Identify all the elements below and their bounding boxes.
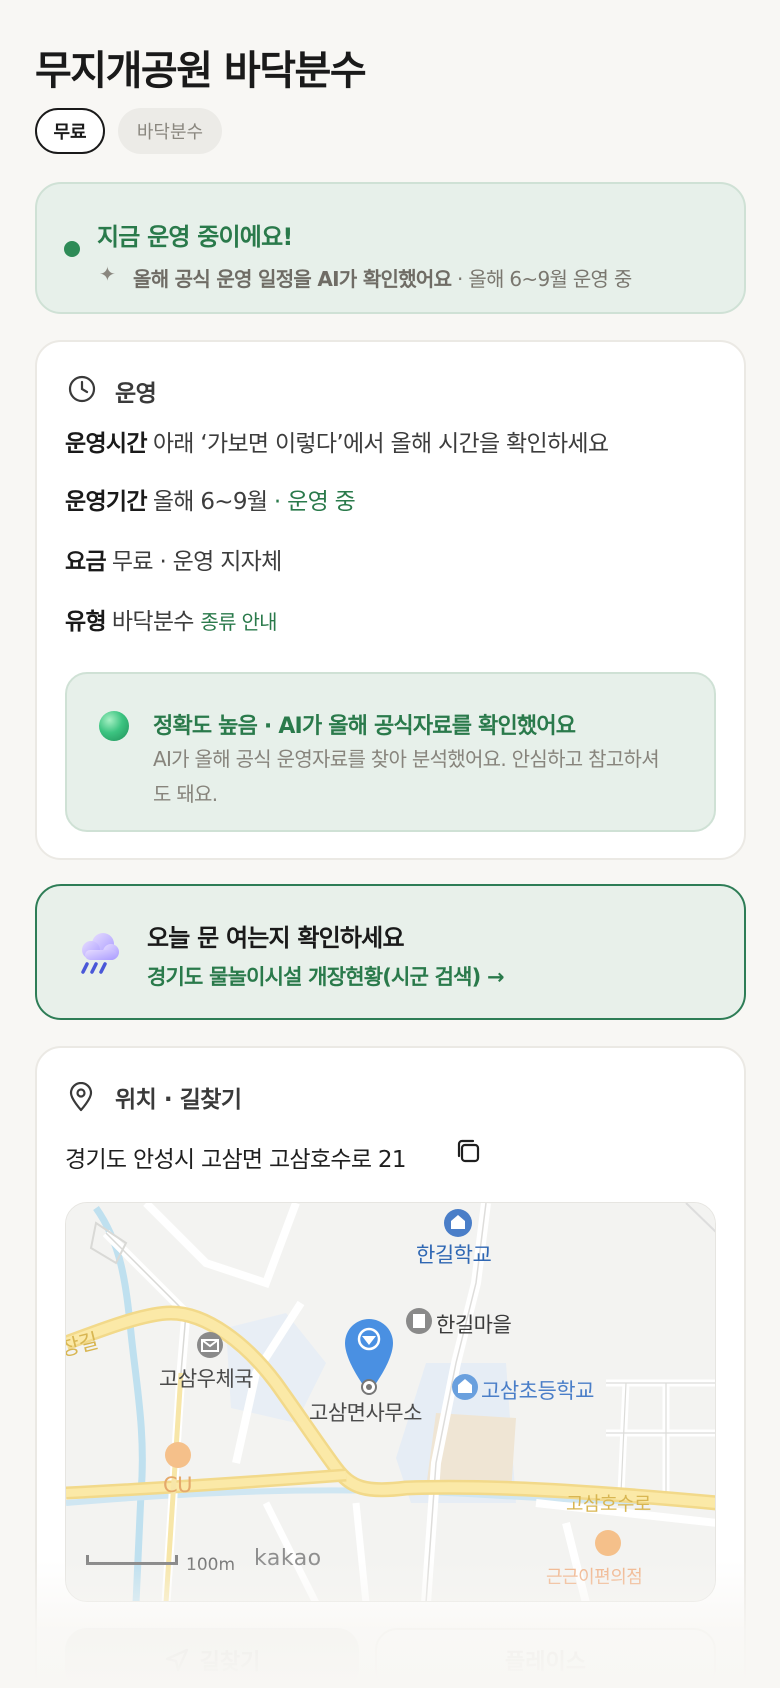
period-status: · 운영 중 (267, 489, 356, 515)
accuracy-box: 정확도 높음 · AI가 올해 공식자료를 확인했어요 AI가 올해 공식 운영… (65, 672, 716, 832)
map-provider-logo: kakao (254, 1546, 322, 1571)
map-label-cut: 근근이편의점 (546, 1567, 643, 1588)
rain-cloud-icon (81, 933, 119, 974)
fee-value: 무료 · 운영 지자체 (111, 549, 282, 575)
period-key: 운영기간 (65, 489, 148, 515)
accuracy-title: 정확도 높음 · AI가 올해 공식자료를 확인했어요 (153, 714, 576, 739)
page: 무지개공원 바닥분수 무료 바닥분수 지금 운영 중이에요! ✦ 올해 공식 운… (0, 0, 780, 1688)
fee-key: 요금 (65, 549, 107, 575)
map-scale-text: 100m (186, 1555, 236, 1575)
type-guide-link[interactable]: 종류 안내 (200, 610, 277, 634)
ai-orb-icon (99, 711, 129, 741)
operating-status-card: 지금 운영 중이에요! ✦ 올해 공식 운영 일정을 AI가 확인했어요 · 올… (35, 182, 746, 314)
location-pin-icon (69, 1082, 93, 1112)
check-title: 오늘 문 여는지 확인하세요 (147, 924, 405, 952)
place-button[interactable]: 플레이스 (375, 1628, 716, 1688)
map-label-road-east: 고삼호수로 (566, 1493, 651, 1515)
status-sub-bold: 올해 공식 운영 일정을 AI가 확인했어요 (133, 267, 452, 291)
type-key: 유형 (65, 609, 107, 635)
accuracy-text: AI가 올해 공식 운영자료를 찾아 분석했어요. 안심하고 참고하셔도 돼요. (153, 747, 660, 806)
status-title: 지금 운영 중이에요! (97, 223, 293, 251)
map-view[interactable]: 한길학교 한길마을 고삼우체국 고삼면사무소 고삼초등학교 CU 창길 고삼호수… (65, 1202, 716, 1602)
status-dot-icon (64, 241, 80, 257)
location-card: 위치 · 길찾기 경기도 안성시 고삼면 고삼호수로 21 한길학교 한길마을 … (35, 1046, 746, 1688)
directions-label: 길찾기 (199, 1650, 261, 1675)
status-subtext: 올해 공식 운영 일정을 AI가 확인했어요 · 올해 6~9월 운영 중 (133, 263, 632, 292)
map-scale-bar (86, 1555, 178, 1565)
hours-key: 운영시간 (65, 431, 148, 457)
operation-section-title: 운영 (115, 381, 157, 407)
map-label-store: CU (163, 1473, 193, 1497)
map-label-office: 고삼면사무소 (309, 1401, 422, 1425)
type-value: 바닥분수 (111, 609, 195, 635)
map-label-elementary: 고삼초등학교 (481, 1379, 594, 1403)
address-text: 경기도 안성시 고삼면 고삼호수로 21 (65, 1147, 406, 1173)
opening-status-link[interactable]: 경기도 물놀이시설 개장현황(시군 검색) → (147, 961, 505, 991)
navigation-arrow-icon (165, 1648, 188, 1672)
copy-icon[interactable] (453, 1136, 483, 1166)
directions-button[interactable]: 길찾기 (65, 1628, 359, 1688)
hours-value: 아래 ‘가보면 이렇다’에서 올해 시간을 확인하세요 (152, 431, 609, 457)
period-row: 운영기간 올해 6~9월 · 운영 중 (65, 482, 356, 516)
map-label-post-office: 고삼우체국 (159, 1367, 254, 1391)
clock-icon (68, 375, 96, 403)
open-check-card[interactable]: 오늘 문 여는지 확인하세요 경기도 물놀이시설 개장현황(시군 검색) → (35, 884, 746, 1020)
period-value: 올해 6~9월 (152, 489, 268, 515)
type-row: 유형 바닥분수 종류 안내 (65, 602, 278, 636)
place-label: 플레이스 (505, 1650, 586, 1675)
map-label-school: 한길학교 (416, 1243, 492, 1267)
fee-row: 요금 무료 · 운영 지자체 (65, 542, 282, 576)
page-title: 무지개공원 바닥분수 (35, 48, 367, 94)
sparkle-icon: ✦ (99, 262, 116, 286)
chip-type[interactable]: 바닥분수 (118, 108, 222, 154)
chip-free[interactable]: 무료 (35, 108, 105, 154)
operation-info-card: 운영 운영시간 아래 ‘가보면 이렇다’에서 올해 시간을 확인하세요 운영기간 올… (35, 340, 746, 860)
location-section-title: 위치 · 길찾기 (115, 1087, 242, 1113)
hours-row: 운영시간 아래 ‘가보면 이렇다’에서 올해 시간을 확인하세요 (65, 424, 609, 458)
map-label-village: 한길마을 (436, 1313, 512, 1337)
status-sub-rest: · 올해 6~9월 운영 중 (451, 267, 632, 291)
